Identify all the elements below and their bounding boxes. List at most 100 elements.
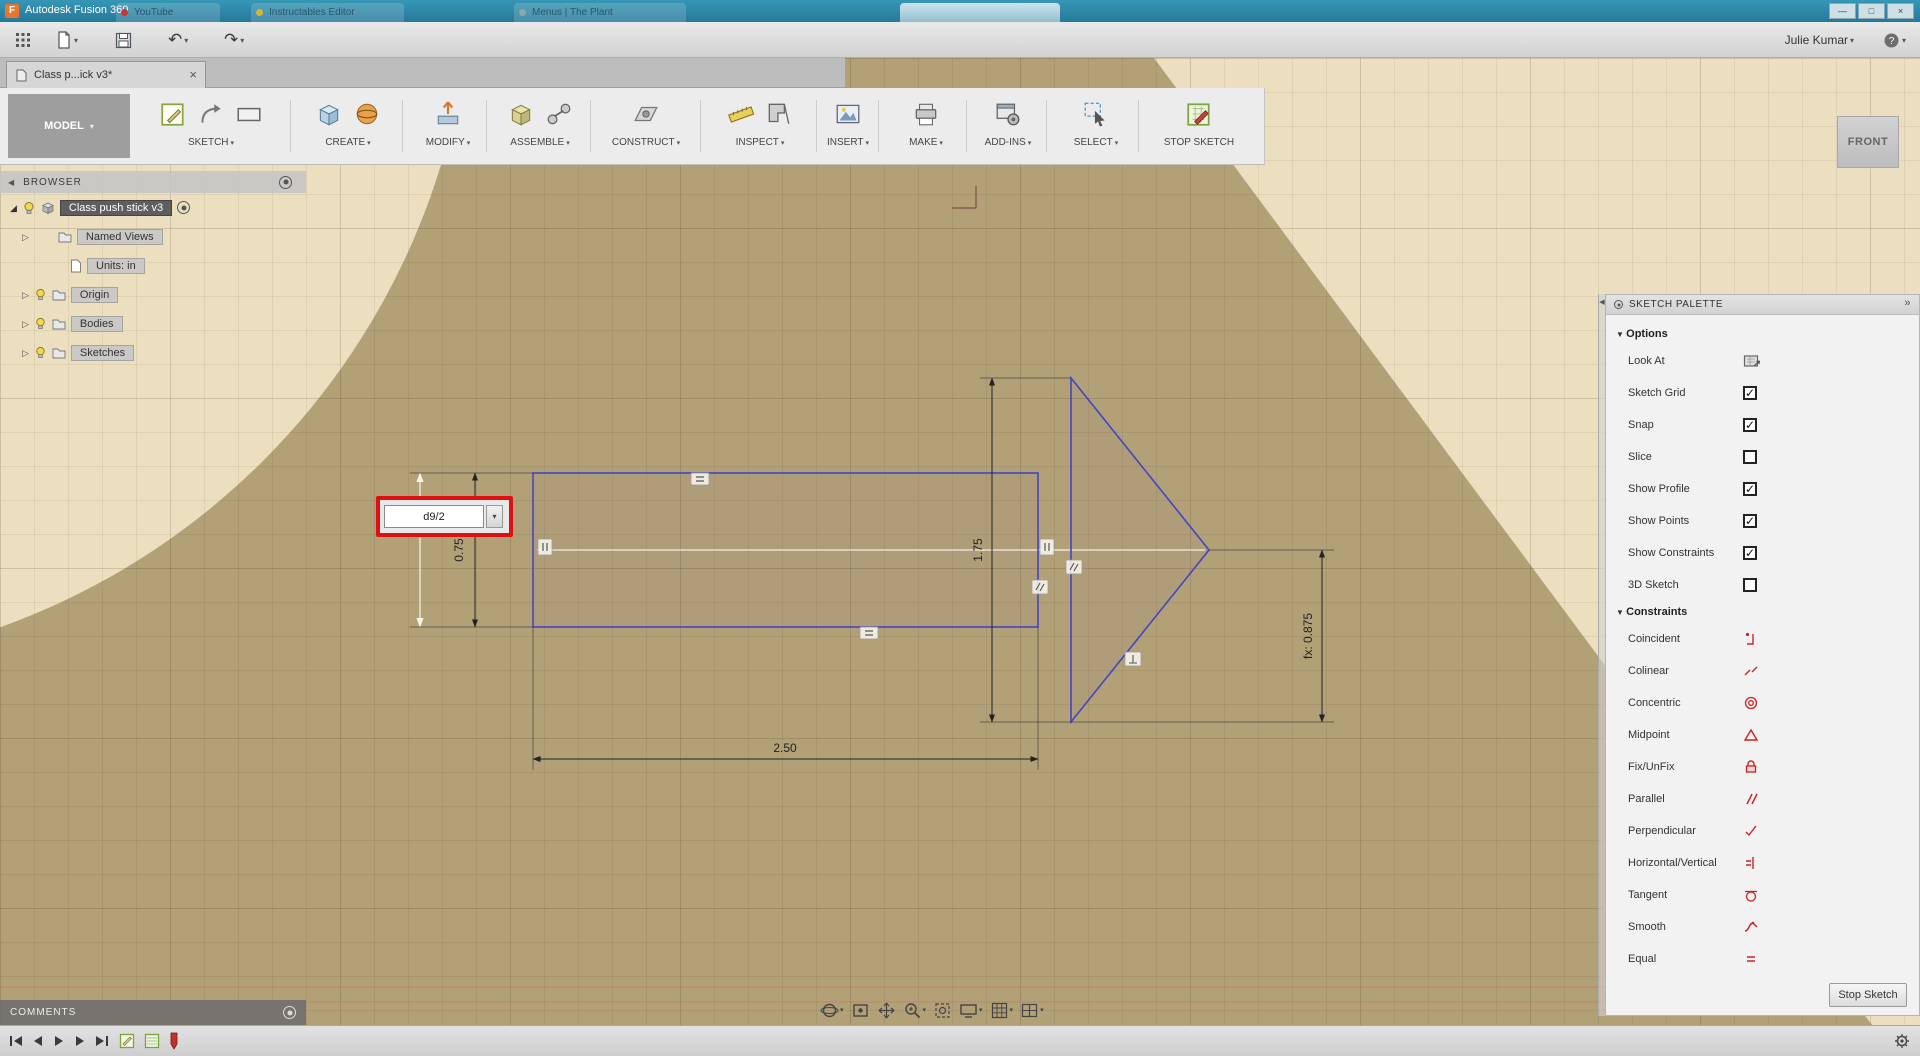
make-menu-label[interactable]: MAKE [884,137,968,148]
document-tab-active[interactable]: Class p...ick v3* [6,61,206,88]
constraint-midpoint[interactable]: Midpoint [1606,719,1919,751]
sketch-palette-header[interactable]: SKETCH PALETTE [1606,295,1919,315]
redo-button[interactable]: ↷ [224,28,244,52]
browser-item-units[interactable]: Units: in [0,251,306,280]
timeline-settings-button[interactable] [1894,1033,1910,1054]
save-button[interactable] [115,28,132,52]
close-button[interactable]: × [1887,3,1914,19]
constraint-smooth[interactable]: Smooth [1606,911,1919,943]
expander-icon[interactable] [22,347,29,359]
colinear-icon[interactable] [1743,663,1759,679]
browser-root-label[interactable]: Class push stick v3 [59,199,173,216]
snap-checkbox[interactable] [1743,418,1757,432]
browser-header[interactable]: BROWSER [0,171,306,193]
assemble-menu-label[interactable]: ASSEMBLE [492,137,588,148]
rectangle-tool-icon[interactable] [235,100,263,128]
viewcube[interactable]: FRONT [1837,116,1899,168]
constraint-concentric[interactable]: Concentric [1606,687,1919,719]
file-menu-button[interactable] [56,28,78,52]
new-component-icon[interactable] [507,100,535,128]
parallel-icon[interactable] [1743,791,1759,807]
measure-icon[interactable] [727,100,755,128]
project-icon[interactable] [197,100,225,128]
dimension-value-input[interactable] [384,505,484,528]
select-icon[interactable] [1082,100,1110,128]
stop-sketch-icon[interactable] [1185,100,1213,128]
timeline-go-to-start-button[interactable] [9,1035,23,1047]
look-at-icon[interactable] [1743,353,1761,369]
constraint-tangent[interactable]: Tangent [1606,879,1919,911]
visibility-bulb-icon[interactable] [34,317,47,330]
smooth-icon[interactable] [1743,919,1759,935]
inspect-menu-label[interactable]: INSPECT [704,137,816,148]
visibility-bulb-icon[interactable] [22,201,36,215]
perpendicular-icon[interactable] [1743,823,1759,839]
show-constraints-checkbox[interactable] [1743,546,1757,560]
activate-component-icon[interactable] [177,201,191,214]
fit-button[interactable] [933,1001,952,1020]
expander-icon[interactable] [22,318,29,330]
browser-item-bodies[interactable]: Bodies [0,309,306,338]
constraint-fix-unfix[interactable]: Fix/UnFix [1606,751,1919,783]
3d-print-icon[interactable] [912,100,940,128]
expander-icon[interactable] [22,289,29,301]
palette-option-show-points[interactable]: Show Points [1606,505,1919,537]
show-profile-checkbox[interactable] [1743,482,1757,496]
browser-item-origin[interactable]: Origin [0,280,306,309]
palette-option-show-profile[interactable]: Show Profile [1606,473,1919,505]
construct-menu-label[interactable]: CONSTRUCT [596,137,696,148]
help-menu[interactable]: ? [1883,28,1906,52]
constraint-colinear[interactable]: Colinear [1606,655,1919,687]
look-at-button[interactable] [851,1001,870,1020]
visibility-bulb-icon[interactable] [34,288,47,301]
construction-plane-icon[interactable] [632,100,660,128]
constraint-perpendicular[interactable]: Perpendicular [1606,815,1919,847]
background-browser-tab[interactable]: Instructables Editor [251,3,404,22]
dimension-input-dropdown[interactable]: ▾ [486,505,503,528]
insert-image-icon[interactable] [834,100,862,128]
show-points-checkbox[interactable] [1743,514,1757,528]
browser-display-toggle-icon[interactable] [279,175,292,189]
undo-button[interactable]: ↶ [168,28,188,52]
viewports-button[interactable]: ▾ [1020,1001,1044,1020]
palette-option-show-constraints[interactable]: Show Constraints [1606,537,1919,569]
box-primitive-icon[interactable] [315,100,343,128]
timeline-go-to-end-button[interactable] [95,1035,109,1047]
timeline-play-button[interactable] [53,1035,65,1047]
palette-option-sketch-grid[interactable]: Sketch Grid [1606,377,1919,409]
coincident-icon[interactable] [1743,631,1759,647]
orbit-button[interactable]: ▾ [820,1001,844,1020]
constraint-equal[interactable]: Equal [1606,943,1919,975]
minimize-button[interactable]: — [1829,3,1856,19]
press-pull-icon[interactable] [434,100,462,128]
joint-icon[interactable] [545,100,573,128]
constraint-coincident[interactable]: Coincident [1606,623,1919,655]
background-browser-tab[interactable] [900,3,1060,22]
sketch-menu-label[interactable]: SKETCH [138,137,284,148]
expander-icon[interactable] [10,202,17,214]
addins-menu-label[interactable]: ADD-INS [972,137,1044,148]
timeline-step-forward-button[interactable] [74,1035,86,1047]
maximize-button[interactable]: □ [1858,3,1885,19]
tangent-icon[interactable] [1743,887,1759,903]
slice-checkbox[interactable] [1743,450,1757,464]
pan-button[interactable] [877,1001,896,1020]
close-tab-icon[interactable] [189,66,197,84]
palette-collapse-handle[interactable]: ◀ [1598,294,1605,1016]
insert-menu-label[interactable]: INSERT [820,137,876,148]
select-menu-label[interactable]: SELECT [1052,137,1140,148]
zoom-button[interactable]: ▾ [903,1001,926,1020]
concentric-icon[interactable] [1743,695,1759,711]
midpoint-icon[interactable] [1743,727,1759,743]
constraints-section-header[interactable]: Constraints [1606,601,1919,623]
browser-item-sketches[interactable]: Sketches [0,338,306,367]
stop-sketch-label[interactable]: STOP SKETCH [1144,137,1254,148]
horizontal-vertical-icon[interactable] [1743,855,1759,871]
section-analysis-icon[interactable] [765,100,793,128]
browser-item-named-views[interactable]: Named Views [0,222,306,251]
equal-icon[interactable] [1743,951,1759,967]
3d-sketch-checkbox[interactable] [1743,578,1757,592]
sketch-grid-checkbox[interactable] [1743,386,1757,400]
timeline-feature-sketch-2[interactable] [144,1033,160,1049]
addins-icon[interactable] [994,100,1022,128]
